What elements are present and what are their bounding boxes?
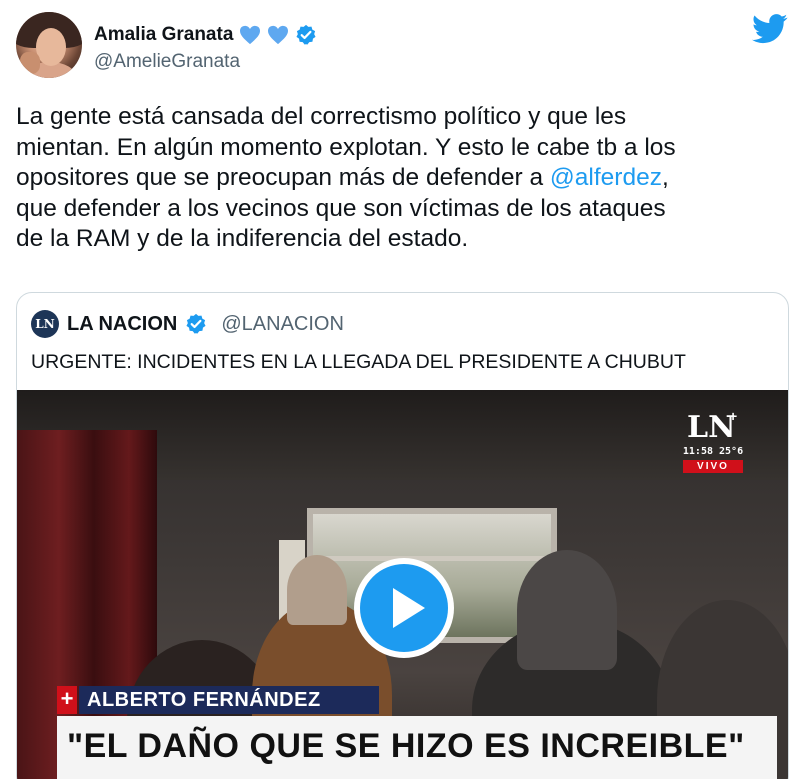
play-icon — [393, 588, 425, 628]
quoted-tweet-card[interactable]: LN LA NACION @LANACION URGENTE: INCIDENT… — [16, 292, 789, 779]
blue-heart-icon — [268, 25, 289, 45]
quoted-tweet-text: URGENTE: INCIDENTES EN LA LLEGADA DEL PR… — [31, 351, 686, 373]
blue-heart-icon — [240, 25, 261, 45]
channel-logo-plus: + — [729, 408, 738, 424]
twitter-bird-icon[interactable] — [752, 14, 788, 44]
avatar[interactable] — [16, 12, 82, 78]
verified-badge-icon — [296, 24, 316, 45]
tweet-text-line: opositores que se preocupan más de defen… — [16, 163, 786, 194]
tweet-text: La gente está cansada del correctismo po… — [16, 102, 786, 255]
author-display-name[interactable]: Amalia Granata — [94, 24, 233, 46]
tweet-text-fragment: , — [661, 164, 669, 191]
lower-third-plus: + — [57, 686, 77, 714]
verified-badge-icon — [186, 313, 206, 334]
tweet-text-line: mientan. En algún momento explotan. Y es… — [16, 133, 676, 161]
mention-link[interactable]: @alferdez — [550, 164, 662, 191]
live-badge: VIVO — [683, 460, 743, 473]
video-scene — [287, 555, 347, 625]
tweet-text-line: de la RAM y de la indiferencia del estad… — [16, 225, 469, 252]
video-scene — [517, 550, 617, 670]
tweet-text-line: que defender a los vecinos que son vícti… — [16, 194, 666, 222]
channel-bug: LN + 11:58 25°6 VIVO — [677, 408, 749, 474]
video-player[interactable]: LN + 11:58 25°6 VIVO + ALBERTO FERNÁNDEZ… — [17, 390, 788, 779]
quoted-tweet-header: LN LA NACION @LANACION — [31, 309, 344, 339]
author-handle[interactable]: @AmelieGranata — [94, 51, 240, 73]
channel-time-temp: 11:58 25°6 — [682, 446, 744, 457]
author-name-row: Amalia Granata — [94, 22, 317, 48]
lower-third-headline: "EL DAÑO QUE SE HIZO ES INCREIBLE" — [57, 716, 777, 779]
tweet: Amalia Granata @AmelieGranata La gente e… — [0, 0, 800, 779]
quoted-avatar[interactable]: LN — [31, 310, 59, 338]
lower-third-name: ALBERTO FERNÁNDEZ — [79, 686, 379, 714]
quoted-handle[interactable]: @LANACION — [221, 313, 344, 336]
tweet-text-line: La gente está cansada del correctismo po… — [16, 103, 627, 130]
tweet-text-fragment: opositores que se preocupan más de defen… — [16, 164, 550, 191]
play-button[interactable] — [354, 558, 454, 658]
quoted-display-name[interactable]: LA NACION — [67, 313, 177, 336]
